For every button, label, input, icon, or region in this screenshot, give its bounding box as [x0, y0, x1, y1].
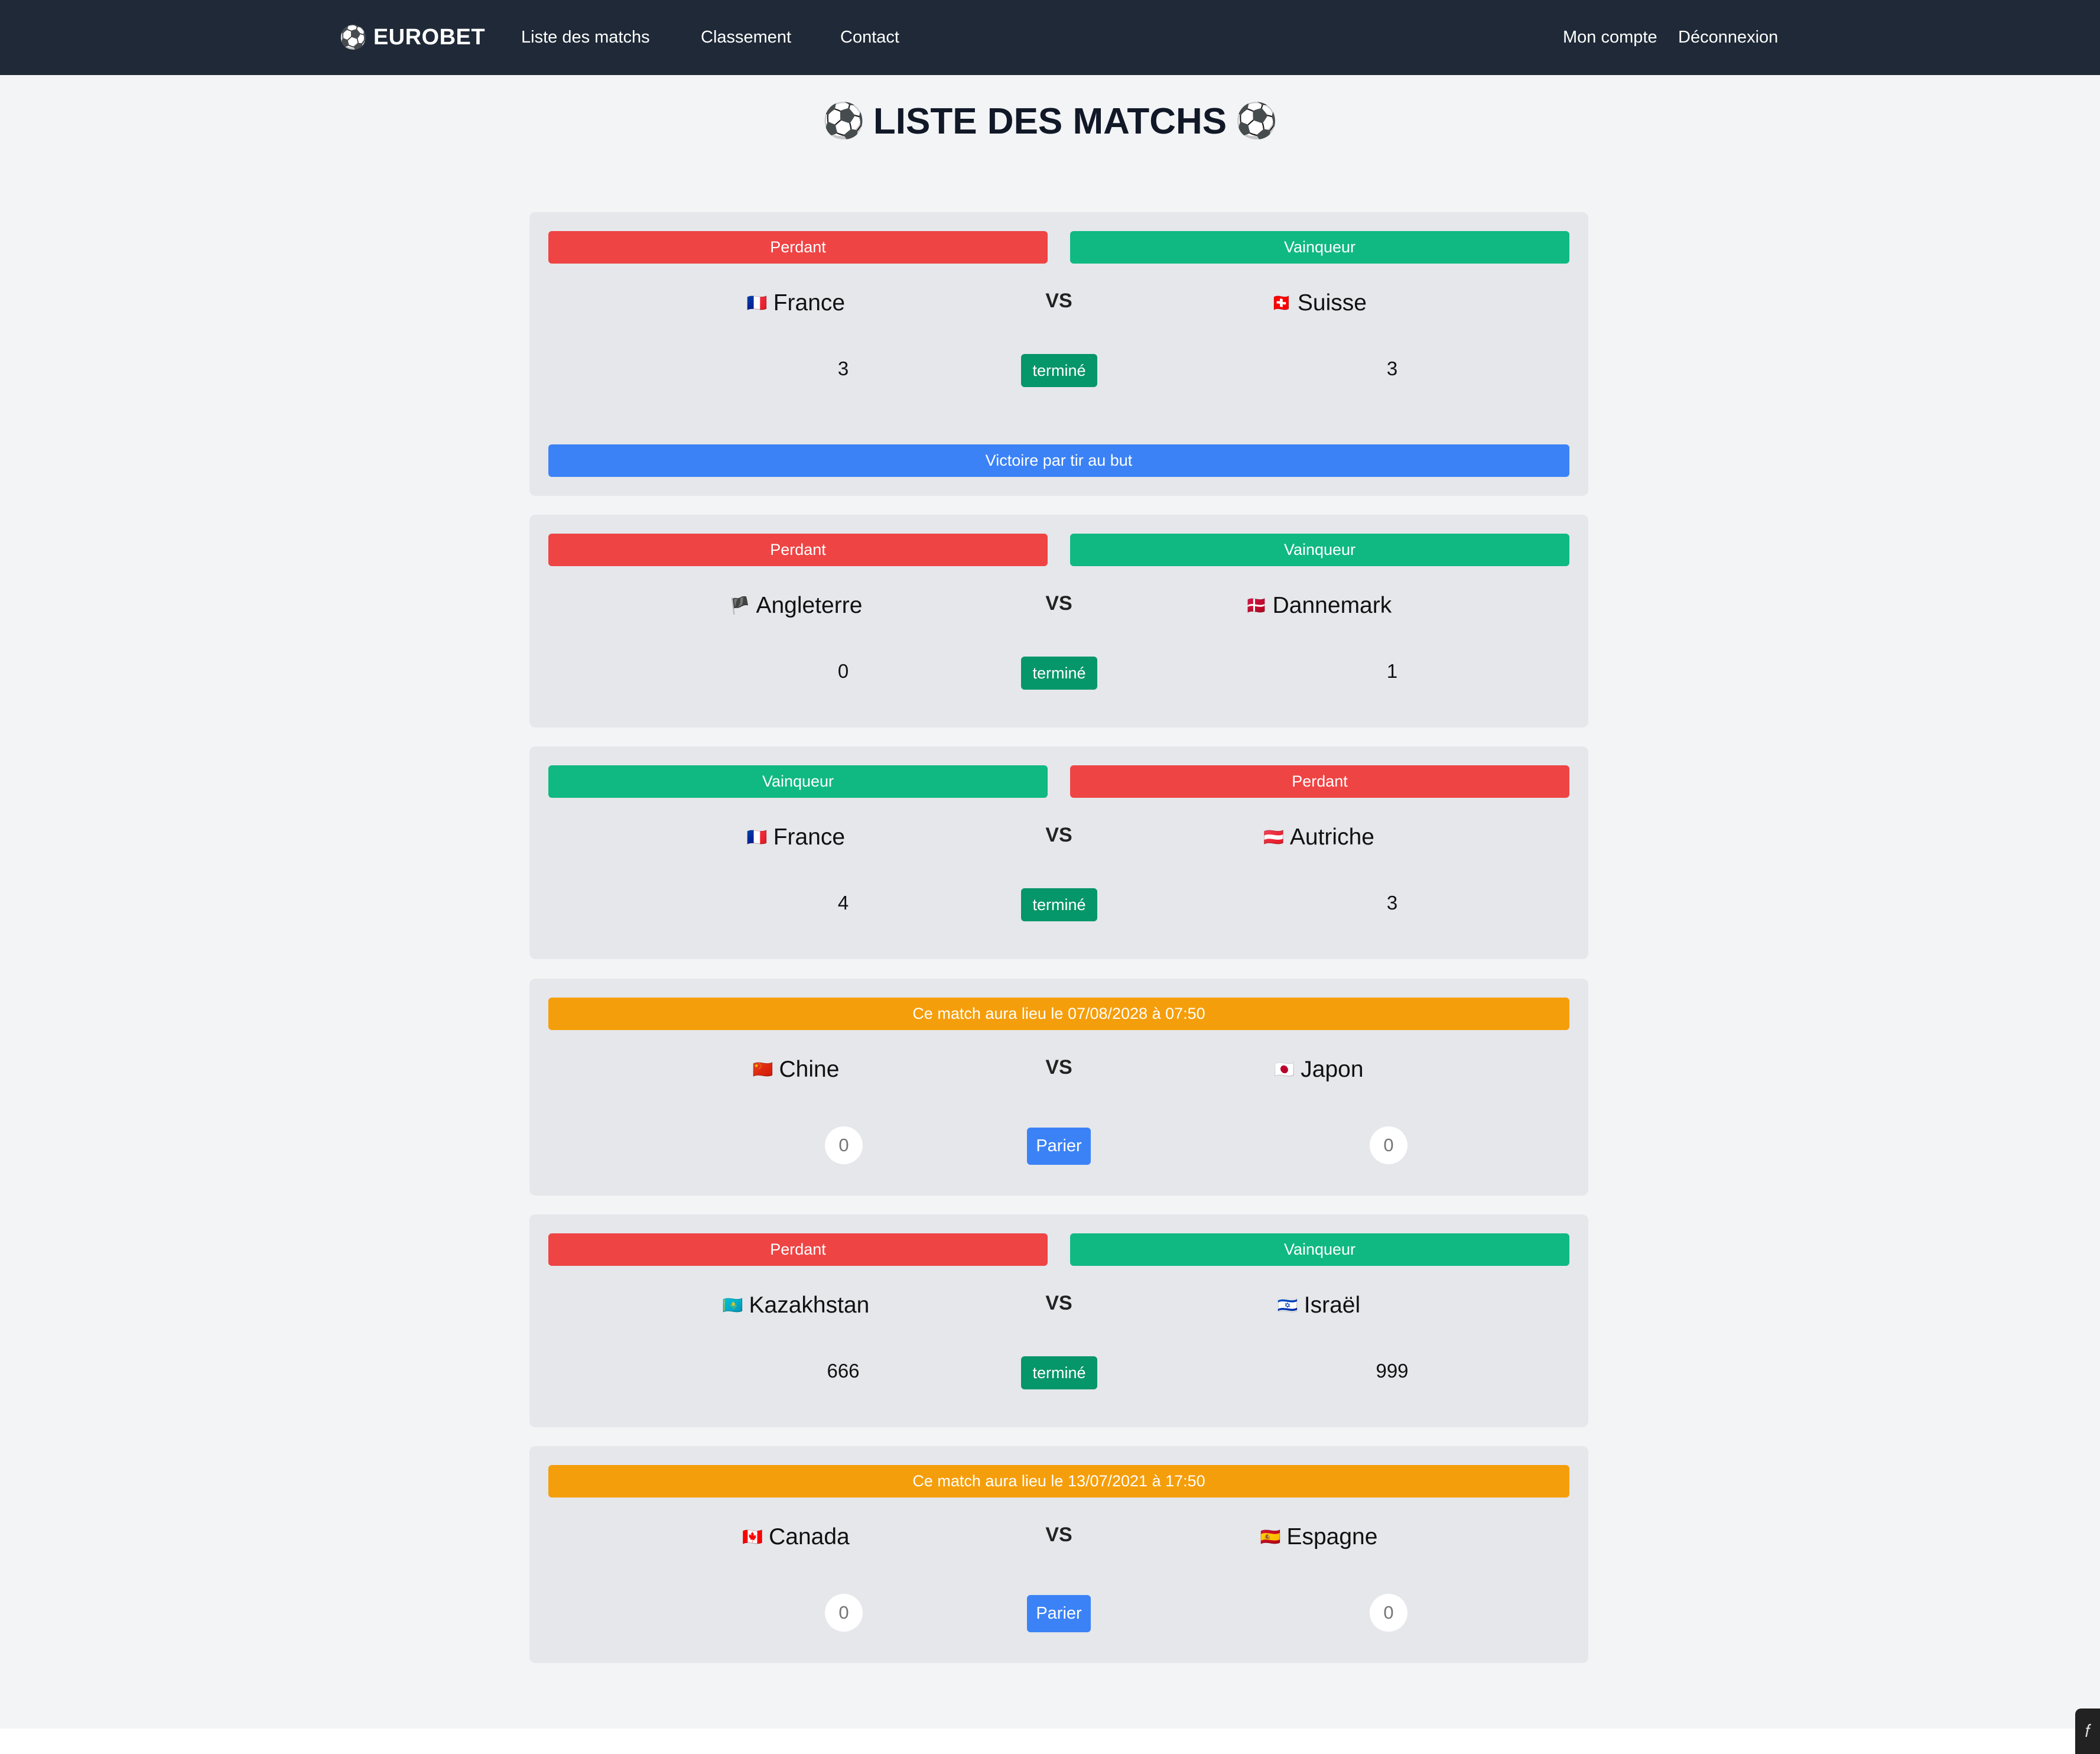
result-note: Victoire par tir au but [548, 444, 1569, 477]
bet-button[interactable]: Parier [1027, 1595, 1091, 1632]
status-badge: terminé [1021, 1356, 1097, 1389]
brand-logo[interactable]: ⚽ EUROBET [339, 0, 485, 75]
vs-label: VS [1045, 1055, 1072, 1079]
away-team: 🇦🇹 Autriche [1142, 820, 1496, 855]
team-name: France [773, 824, 846, 850]
flag-england-icon: 🏴 [729, 596, 750, 615]
away-score: 3 [1386, 892, 1398, 914]
navbar: ⚽ EUROBET Liste des matchs Classement Co… [0, 0, 2100, 75]
away-score: 3 [1386, 358, 1398, 379]
bet-button[interactable]: Parier [1027, 1128, 1091, 1165]
winner-badge: Vainqueur [1070, 534, 1569, 566]
nav-link-liste-des-matchs[interactable]: Liste des matchs [521, 0, 650, 75]
home-score: 3 [837, 358, 849, 379]
loser-badge: Perdant [548, 1233, 1048, 1266]
match-card: Perdant Vainqueur 🇫🇷 France VS 🇨🇭 Suisse… [529, 212, 1588, 496]
vs-label: VS [1045, 1523, 1072, 1546]
home-score: 4 [837, 892, 849, 914]
home-bet-input[interactable] [825, 1126, 863, 1164]
away-team: 🇯🇵 Japon [1142, 1052, 1496, 1087]
team-name: Angleterre [756, 593, 863, 618]
nav-link-deconnexion[interactable]: Déconnexion [1678, 0, 1778, 75]
home-team: 🏴 Angleterre [619, 588, 973, 623]
match-card: Vainqueur Perdant 🇫🇷 France VS 🇦🇹 Autric… [529, 746, 1588, 959]
page-title-text: LISTE DES MATCHS [873, 100, 1227, 142]
team-name: Chine [779, 1057, 840, 1082]
away-bet-input[interactable] [1370, 1594, 1407, 1632]
flag-kazakhstan-icon: 🇰🇿 [722, 1296, 743, 1314]
away-score: 999 [1376, 1360, 1409, 1382]
loser-badge: Perdant [1070, 765, 1569, 798]
home-team: 🇨🇳 Chine [619, 1052, 973, 1087]
home-bet-input[interactable] [825, 1594, 863, 1632]
status-badge: terminé [1021, 657, 1097, 690]
away-bet-input[interactable] [1370, 1126, 1407, 1164]
home-score: 0 [837, 660, 849, 682]
team-name: Suisse [1297, 290, 1367, 316]
team-name: Kazakhstan [749, 1292, 870, 1318]
winner-badge: Vainqueur [548, 765, 1048, 798]
home-team: 🇫🇷 France [619, 285, 973, 321]
flag-canada-icon: 🇨🇦 [742, 1528, 763, 1546]
home-team: 🇰🇿 Kazakhstan [619, 1288, 973, 1323]
flag-france-icon: 🇫🇷 [746, 294, 768, 312]
flag-denmark-icon: 🇩🇰 [1246, 596, 1267, 615]
vs-label: VS [1045, 592, 1072, 615]
home-team: 🇨🇦 Canada [619, 1519, 973, 1555]
schedule-banner: Ce match aura lieu le 07/08/2028 à 07:50 [548, 998, 1569, 1030]
soccer-ball-icon: ⚽ [822, 102, 865, 140]
match-card-upcoming: Ce match aura lieu le 13/07/2021 à 17:50… [529, 1446, 1588, 1663]
status-badge: terminé [1021, 354, 1097, 387]
soccer-ball-icon: ⚽ [1235, 102, 1278, 140]
vs-label: VS [1045, 1291, 1072, 1314]
schedule-banner: Ce match aura lieu le 13/07/2021 à 17:50 [548, 1465, 1569, 1498]
vs-label: VS [1045, 823, 1072, 846]
flag-israel-icon: 🇮🇱 [1277, 1296, 1298, 1314]
loser-badge: Perdant [548, 534, 1048, 566]
away-team: 🇩🇰 Dannemark [1142, 588, 1496, 623]
team-name: Israël [1303, 1292, 1361, 1318]
debug-toolbar-icon[interactable]: 𝑓 [2075, 1708, 2100, 1754]
match-card-upcoming: Ce match aura lieu le 07/08/2028 à 07:50… [529, 979, 1588, 1196]
match-card: Perdant Vainqueur 🇰🇿 Kazakhstan VS 🇮🇱 Is… [529, 1214, 1588, 1427]
away-score: 1 [1386, 660, 1398, 682]
flag-spain-icon: 🇪🇸 [1260, 1528, 1281, 1546]
team-name: Espagne [1286, 1524, 1378, 1550]
team-name: Canada [769, 1524, 850, 1550]
vs-label: VS [1045, 289, 1072, 312]
team-name: Japon [1301, 1057, 1364, 1082]
brand-name: EUROBET [373, 25, 486, 50]
flag-china-icon: 🇨🇳 [752, 1060, 773, 1079]
away-team: 🇮🇱 Israël [1142, 1288, 1496, 1323]
soccer-ball-icon: ⚽ [339, 25, 368, 50]
away-team: 🇪🇸 Espagne [1142, 1519, 1496, 1555]
footer [0, 1729, 2100, 1754]
nav-link-mon-compte[interactable]: Mon compte [1563, 0, 1657, 75]
flag-japan-icon: 🇯🇵 [1274, 1060, 1295, 1079]
team-name: France [773, 290, 846, 316]
status-badge: terminé [1021, 888, 1097, 921]
team-name: Autriche [1289, 824, 1374, 850]
flag-austria-icon: 🇦🇹 [1263, 828, 1284, 846]
home-score: 666 [827, 1360, 860, 1382]
nav-link-contact[interactable]: Contact [840, 0, 899, 75]
flag-france-icon: 🇫🇷 [746, 828, 768, 846]
winner-badge: Vainqueur [1070, 1233, 1569, 1266]
nav-link-classement[interactable]: Classement [701, 0, 791, 75]
home-team: 🇫🇷 France [619, 820, 973, 855]
loser-badge: Perdant [548, 231, 1048, 264]
winner-badge: Vainqueur [1070, 231, 1569, 264]
away-team: 🇨🇭 Suisse [1142, 285, 1496, 321]
team-name: Dannemark [1272, 593, 1392, 618]
match-card: Perdant Vainqueur 🏴 Angleterre VS 🇩🇰 Dan… [529, 515, 1588, 727]
page-title: ⚽ LISTE DES MATCHS ⚽ [0, 95, 2100, 148]
flag-switzerland-icon: 🇨🇭 [1271, 294, 1292, 312]
